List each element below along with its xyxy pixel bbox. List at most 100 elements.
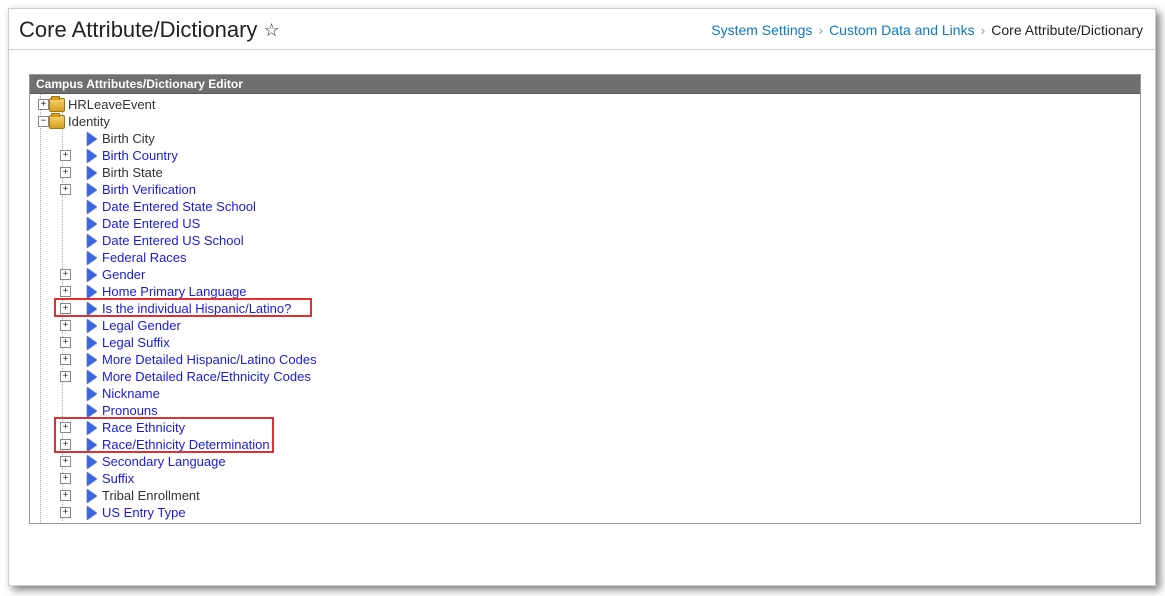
panel-title: Campus Attributes/Dictionary Editor (30, 75, 1140, 94)
expand-icon[interactable]: + (60, 371, 71, 382)
expand-icon[interactable]: + (60, 150, 71, 161)
tree-attribute-node[interactable]: Federal Races (34, 249, 1140, 266)
tree-folder-node[interactable]: − Identity (34, 113, 1140, 130)
tree-node-label: Identity (67, 113, 110, 130)
expand-icon[interactable]: + (60, 507, 71, 518)
expand-icon[interactable]: + (60, 337, 71, 348)
tree-attribute-node[interactable]: + Home Primary Language (34, 283, 1140, 300)
attribute-arrow-icon (87, 370, 97, 384)
tree-node-label[interactable]: US Entry Type (101, 504, 186, 521)
tree-attribute-node[interactable]: + Legal Suffix (34, 334, 1140, 351)
tree-attribute-node[interactable]: + Birth Country (34, 147, 1140, 164)
tree-attribute-node[interactable]: + US Entry Type (34, 504, 1140, 521)
expand-icon[interactable]: + (60, 320, 71, 331)
collapse-icon[interactable]: − (38, 116, 49, 127)
expand-icon[interactable]: + (60, 473, 71, 484)
tree-node-label[interactable]: Date Entered US School (101, 232, 244, 249)
expand-icon[interactable]: + (60, 303, 71, 314)
tree-attribute-node[interactable]: + Tribal Enrollment (34, 487, 1140, 504)
expand-icon[interactable]: + (60, 456, 71, 467)
attribute-arrow-icon (87, 200, 97, 214)
tree-node-label[interactable]: Birth Verification (101, 181, 196, 198)
expand-icon[interactable]: + (60, 422, 71, 433)
attribute-arrow-icon (87, 183, 97, 197)
tree-node-label[interactable]: Date Entered State School (101, 198, 256, 215)
tree-node-label[interactable]: More Detailed Race/Ethnicity Codes (101, 368, 311, 385)
attribute-arrow-icon (87, 404, 97, 418)
expand-icon[interactable]: + (60, 490, 71, 501)
attribute-arrow-icon (87, 319, 97, 333)
tree-node-label[interactable]: Suffix (101, 470, 134, 487)
attribute-arrow-icon (87, 489, 97, 503)
tree-node-label[interactable]: Is the individual Hispanic/Latino? (101, 300, 291, 317)
tree-attribute-node[interactable]: + Is the individual Hispanic/Latino? (34, 300, 1140, 317)
attribute-arrow-icon (87, 234, 97, 248)
tree-attribute-node[interactable]: + Gender (34, 266, 1140, 283)
attribute-arrow-icon (87, 438, 97, 452)
tree-node-label[interactable]: Birth Country (101, 147, 178, 164)
tree-attribute-node[interactable]: Date Entered US (34, 215, 1140, 232)
expand-icon[interactable]: + (60, 269, 71, 280)
tree-node-label[interactable]: Gender (101, 266, 145, 283)
tree-node-label[interactable]: Pronouns (101, 402, 158, 419)
attribute-arrow-icon (87, 353, 97, 367)
expand-icon[interactable]: + (60, 354, 71, 365)
expand-icon[interactable]: + (60, 439, 71, 450)
tree-node-label[interactable]: Legal Suffix (101, 334, 170, 351)
attribute-arrow-icon (87, 285, 97, 299)
breadcrumb-link-custom-data[interactable]: Custom Data and Links (829, 22, 975, 38)
tree-node-label: Birth City (101, 130, 155, 147)
tree-attribute-node[interactable]: + Race/Ethnicity Determination (34, 436, 1140, 453)
tree-folder-node[interactable]: + HRLeaveEvent (34, 96, 1140, 113)
divider (9, 49, 1155, 50)
editor-panel: Campus Attributes/Dictionary Editor + HRL… (29, 74, 1141, 524)
tree-attribute-node[interactable]: + More Detailed Race/Ethnicity Codes (34, 368, 1140, 385)
tree-node-label: Tribal Enrollment (101, 487, 200, 504)
tree-node-label: HRLeaveEvent (67, 96, 155, 113)
expand-icon[interactable]: + (60, 286, 71, 297)
tree-node-label[interactable]: Home Primary Language (101, 283, 247, 300)
tree-node-label[interactable]: Legal Gender (101, 317, 181, 334)
chevron-right-icon: › (981, 22, 986, 38)
tree-attribute-node[interactable]: Nickname (34, 385, 1140, 402)
tree-attribute-node[interactable]: Date Entered State School (34, 198, 1140, 215)
breadcrumb-link-system-settings[interactable]: System Settings (711, 22, 812, 38)
tree-node-label[interactable]: Nickname (101, 385, 160, 402)
page-title: Core Attribute/Dictionary (19, 17, 257, 43)
tree-node-label[interactable]: Race Ethnicity (101, 419, 185, 436)
tree-node-label[interactable]: Secondary Language (101, 453, 226, 470)
attribute-arrow-icon (87, 506, 97, 520)
tree-attribute-node[interactable]: + Birth State (34, 164, 1140, 181)
tree-node-label[interactable]: More Detailed Hispanic/Latino Codes (101, 351, 317, 368)
expand-icon[interactable]: + (60, 167, 71, 178)
attribute-arrow-icon (87, 217, 97, 231)
tree-node-label[interactable]: Race/Ethnicity Determination (101, 436, 270, 453)
attribute-arrow-icon (87, 421, 97, 435)
tree-attribute-node[interactable]: Birth City (34, 130, 1140, 147)
tree-attribute-node[interactable]: + Suffix (34, 470, 1140, 487)
tree-node-label[interactable]: Date Entered US (101, 215, 200, 232)
tree-attribute-node[interactable]: Pronouns (34, 402, 1140, 419)
tree-attribute-node[interactable]: + Birth Verification (34, 181, 1140, 198)
expand-icon[interactable]: + (38, 99, 49, 110)
tree-attribute-node[interactable]: + Race Ethnicity (34, 419, 1140, 436)
chevron-right-icon: › (818, 22, 823, 38)
tree-node-label[interactable]: Federal Races (101, 249, 187, 266)
tree-scroll-area[interactable]: + HRLeaveEvent − IdentityBirth City + Birth C… (30, 94, 1140, 523)
attribute-arrow-icon (87, 251, 97, 265)
tree-node-label: Birth State (101, 164, 163, 181)
tree-attribute-node[interactable]: + Secondary Language (34, 453, 1140, 470)
page-header: Core Attribute/Dictionary ☆ System Setti… (9, 9, 1155, 49)
expand-icon[interactable]: + (60, 184, 71, 195)
attribute-arrow-icon (87, 336, 97, 350)
attribute-arrow-icon (87, 455, 97, 469)
folder-icon (49, 98, 65, 112)
breadcrumb: System Settings › Custom Data and Links … (711, 22, 1143, 38)
attribute-arrow-icon (87, 132, 97, 146)
page-container: Core Attribute/Dictionary ☆ System Setti… (8, 8, 1156, 586)
favorite-star-icon[interactable]: ☆ (263, 20, 279, 41)
tree-attribute-node[interactable]: + Legal Gender (34, 317, 1140, 334)
tree-attribute-node[interactable]: + More Detailed Hispanic/Latino Codes (34, 351, 1140, 368)
attribute-arrow-icon (87, 387, 97, 401)
tree-attribute-node[interactable]: Date Entered US School (34, 232, 1140, 249)
